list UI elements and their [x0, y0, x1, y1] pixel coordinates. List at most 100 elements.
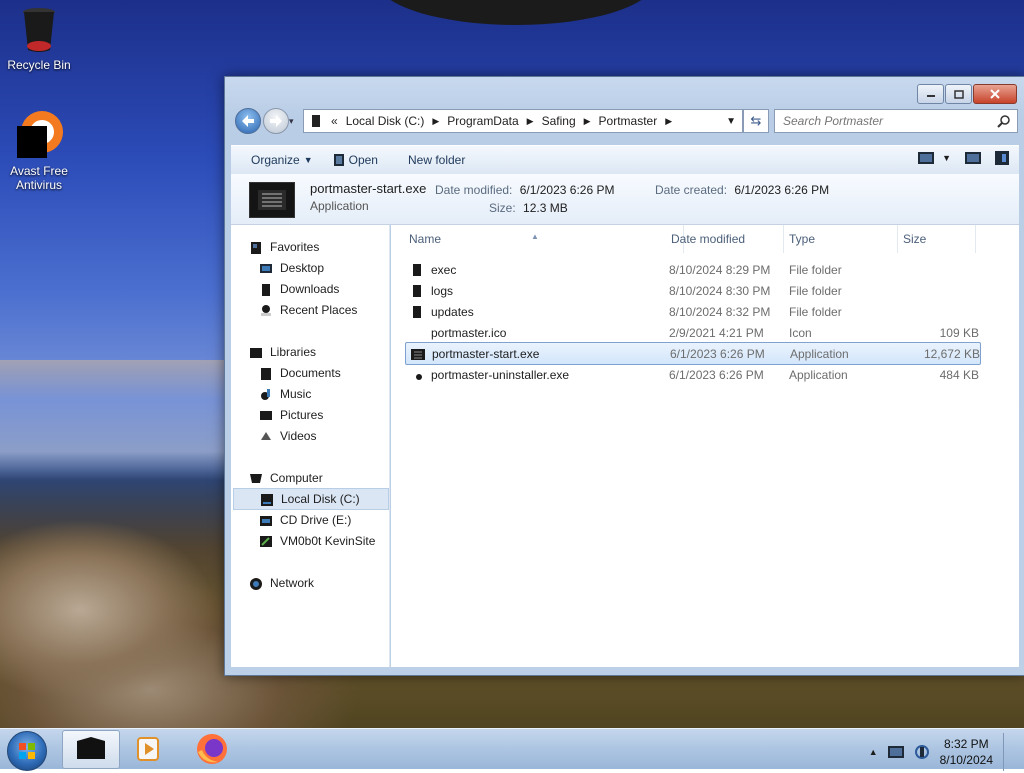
open-button[interactable]: Open: [333, 153, 378, 167]
file-row-portmaster-ico[interactable]: portmaster.ico 2/9/2021 4:21 PM Icon 109…: [405, 322, 979, 343]
forward-button[interactable]: [263, 108, 289, 134]
file-date: 8/10/2024 8:30 PM: [669, 283, 771, 298]
address-bar[interactable]: « Local Disk (C:) ▶ ProgramData ▶ Safing…: [303, 109, 743, 133]
refresh-button[interactable]: ⇆: [743, 109, 769, 133]
recent-places-icon: [261, 304, 271, 316]
change-view-button[interactable]: ▼: [918, 152, 951, 164]
details-pane: portmaster-start.exe Application Date mo…: [231, 174, 1019, 225]
preview-file-type: Application: [310, 199, 369, 213]
breadcrumb-safing[interactable]: Safing: [542, 114, 576, 128]
nav-label: Computer: [270, 471, 323, 485]
breadcrumb-portmaster[interactable]: Portmaster: [599, 114, 658, 128]
network-drive-icon: [260, 535, 272, 547]
file-type: Icon: [789, 325, 812, 340]
column-header-size[interactable]: Size: [897, 225, 976, 253]
network-status-icon[interactable]: [887, 746, 904, 758]
breadcrumb-arrow-icon[interactable]: ▶: [584, 116, 591, 127]
file-name: exec: [431, 262, 457, 277]
show-hidden-icons-chevron-icon[interactable]: ▲: [869, 747, 878, 757]
column-header-type[interactable]: Type: [783, 225, 898, 253]
file-row-exec[interactable]: exec 8/10/2024 8:29 PM File folder: [405, 259, 979, 280]
file-name: portmaster-start.exe: [432, 346, 540, 361]
desktop-icon-avast[interactable]: Avast Free Antivirus: [0, 110, 78, 192]
media-player-icon: [137, 737, 159, 761]
clock[interactable]: 8:32 PM 8/10/2024: [940, 736, 993, 768]
file-type: Application: [790, 346, 849, 361]
new-folder-label: New folder: [407, 153, 466, 167]
preview-pane-button[interactable]: [965, 152, 981, 164]
explorer-window[interactable]: ▾ « Local Disk (C:) ▶ ProgramData ▶ Safi…: [224, 76, 1024, 676]
refresh-icon: ⇆: [750, 113, 762, 128]
taskbar-media-player-button[interactable]: [122, 730, 178, 767]
column-header-name[interactable]: ▲ Name: [391, 225, 684, 253]
nav-label: Local Disk (C:): [281, 492, 360, 506]
recent-pages-chevron-icon[interactable]: ▾: [289, 116, 294, 127]
date-created-label: Date created:: [655, 183, 728, 197]
desktop-icon-label: Recycle Bin: [7, 58, 71, 72]
start-button[interactable]: [7, 731, 47, 771]
new-folder-button[interactable]: New folder: [408, 153, 465, 167]
file-name: portmaster.ico: [431, 325, 507, 340]
downloads-icon: [262, 283, 270, 296]
windows-logo-icon: [19, 743, 35, 759]
close-button[interactable]: [973, 84, 1017, 104]
show-desktop-button[interactable]: [1003, 733, 1014, 771]
close-icon: [990, 89, 1000, 99]
taskbar-explorer-button[interactable]: [62, 730, 120, 769]
organize-button[interactable]: Organize ▼: [251, 153, 313, 167]
nav-local-disk[interactable]: Local Disk (C:): [233, 488, 389, 510]
size-label: Size:: [489, 201, 516, 215]
desktop-icon-recycle-bin[interactable]: Recycle Bin: [0, 6, 78, 72]
search-input[interactable]: [781, 113, 995, 129]
breadcrumb-local-disk[interactable]: Local Disk (C:): [346, 114, 425, 128]
file-row-logs[interactable]: logs 8/10/2024 8:30 PM File folder: [405, 280, 979, 301]
breadcrumb-arrow-icon[interactable]: ▶: [527, 116, 534, 127]
preview-size: Size: 12.3 MB: [489, 201, 568, 215]
nav-network[interactable]: Network: [249, 573, 405, 593]
open-icon: [333, 154, 344, 166]
back-arrow-icon: [242, 115, 254, 127]
nav-computer[interactable]: Computer: [249, 468, 405, 488]
address-overflow[interactable]: «: [331, 114, 338, 128]
libraries-icon: [250, 347, 262, 358]
minimize-button[interactable]: [917, 84, 944, 104]
breadcrumb-arrow-icon[interactable]: ▶: [432, 116, 439, 127]
nav-favorites[interactable]: Favorites: [249, 237, 405, 257]
file-row-portmaster-start[interactable]: portmaster-start.exe 6/1/2023 6:26 PM Ap…: [405, 342, 981, 365]
documents-icon: [261, 367, 271, 380]
file-date: 2/9/2021 4:21 PM: [669, 325, 764, 340]
maximize-button[interactable]: [945, 84, 972, 104]
file-row-updates[interactable]: updates 8/10/2024 8:32 PM File folder: [405, 301, 979, 322]
column-label: Type: [789, 232, 816, 246]
address-dropdown-icon[interactable]: ▼: [726, 116, 736, 127]
music-icon: [261, 388, 270, 400]
help-button[interactable]: [995, 151, 1009, 165]
preview-date-modified: Date modified: 6/1/2023 6:26 PM: [435, 183, 614, 197]
wallpaper-sea: [0, 360, 260, 400]
column-label: Name: [409, 232, 442, 246]
nav-label: VM0b0t KevinSite: [280, 534, 376, 548]
folder-location-icon: [312, 115, 320, 127]
file-type: File folder: [789, 304, 842, 319]
chevron-down-icon: ▼: [942, 153, 951, 163]
back-button[interactable]: [235, 108, 261, 134]
desktop-icon-label: Avast Free Antivirus: [10, 164, 68, 192]
breadcrumb-arrow-icon[interactable]: ▶: [665, 116, 672, 127]
file-size: 12,672 KB: [923, 346, 980, 361]
nav-libraries[interactable]: Libraries: [249, 342, 405, 362]
volume-icon[interactable]: [914, 744, 930, 760]
maximize-icon: [953, 89, 964, 99]
search-box[interactable]: [774, 109, 1018, 133]
hard-drive-icon: [261, 493, 273, 506]
nav-label: Music: [280, 387, 312, 401]
breadcrumb-programdata[interactable]: ProgramData: [447, 114, 518, 128]
file-row-portmaster-uninstaller[interactable]: portmaster-uninstaller.exe 6/1/2023 6:26…: [405, 364, 979, 385]
system-tray: ▲ 8:32 PM 8/10/2024: [869, 733, 1014, 771]
nav-label: Libraries: [270, 345, 317, 359]
column-header-date-modified[interactable]: Date modified: [665, 225, 784, 253]
computer-icon: [250, 473, 262, 483]
taskbar-firefox-button[interactable]: [184, 730, 240, 767]
cd-drive-icon: [260, 515, 272, 526]
taskbar: ▲ 8:32 PM 8/10/2024: [0, 728, 1024, 771]
nav-label: Desktop: [280, 261, 325, 275]
